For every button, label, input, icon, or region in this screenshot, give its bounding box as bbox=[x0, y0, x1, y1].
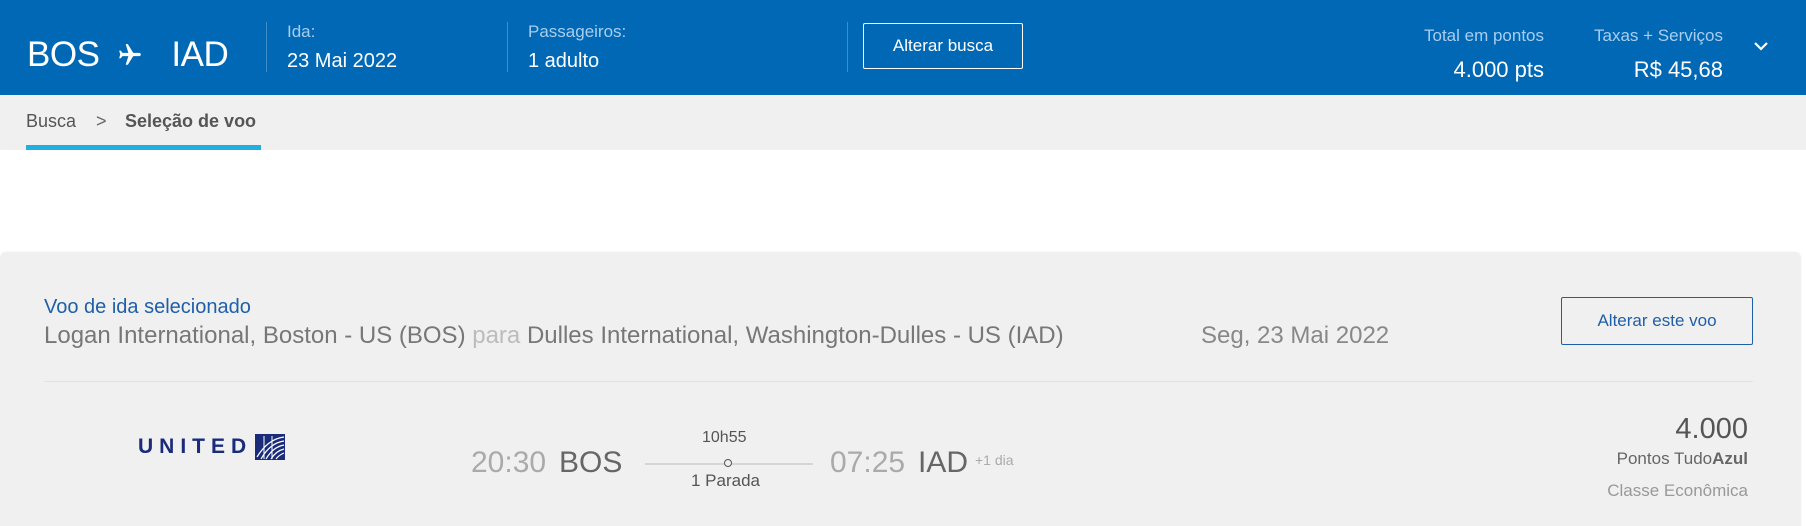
route-summary: BOS IAD bbox=[27, 35, 229, 75]
chevron-down-icon[interactable] bbox=[1753, 40, 1769, 52]
arrival-time: 07:25 bbox=[830, 446, 906, 479]
price-unit-brand: Azul bbox=[1712, 449, 1748, 468]
stops-count: 1 Parada bbox=[691, 471, 760, 490]
search-summary-header: BOS IAD Ida: 23 Mai 2022 Passageiros: 1 … bbox=[0, 0, 1806, 95]
destination-airport-name: Dulles International, Washington-Dulles … bbox=[526, 322, 1064, 349]
selected-flight-date: Seg, 23 Mai 2022 bbox=[1201, 322, 1390, 349]
selected-flight-card: Voo de ida selecionado Logan Internation… bbox=[0, 252, 1801, 526]
united-globe-icon bbox=[255, 434, 286, 460]
passengers-value: 1 adulto bbox=[528, 50, 600, 72]
destination-code: IAD bbox=[171, 35, 229, 74]
flight-duration: 10h55 bbox=[702, 429, 747, 446]
breadcrumb-active-indicator bbox=[26, 145, 261, 150]
day-offset-badge: +1 dia bbox=[975, 452, 1014, 468]
route-connector: para bbox=[472, 322, 521, 349]
change-flight-button[interactable]: Alterar este voo bbox=[1561, 297, 1753, 345]
change-search-button[interactable]: Alterar busca bbox=[863, 23, 1023, 69]
arrival-code: IAD bbox=[918, 446, 969, 479]
breadcrumb-separator: > bbox=[96, 111, 107, 131]
total-points-value: 4.000 pts bbox=[1453, 57, 1544, 82]
breadcrumb-item-busca[interactable]: Busca bbox=[26, 111, 76, 132]
price-unit-prefix: Pontos Tudo bbox=[1616, 449, 1713, 468]
breadcrumb: Busca > Seleção de voo bbox=[0, 95, 1806, 150]
airline-name: UNITED bbox=[138, 435, 253, 458]
airplane-icon bbox=[119, 44, 142, 65]
total-points-label: Total em pontos bbox=[1423, 26, 1544, 45]
departure-time: 20:30 bbox=[471, 446, 547, 479]
departure-code: BOS bbox=[559, 446, 623, 479]
cabin-class: Classe Econômica bbox=[1607, 481, 1748, 500]
origin-code: BOS bbox=[27, 35, 100, 74]
taxes-label: Taxas + Serviços bbox=[1594, 26, 1723, 45]
passengers-label: Passageiros: bbox=[528, 22, 627, 41]
card-divider bbox=[44, 381, 1753, 382]
ida-date: 23 Mai 2022 bbox=[287, 50, 398, 72]
price-unit: Pontos TudoAzul bbox=[1617, 449, 1748, 469]
taxes-value: R$ 45,68 bbox=[1633, 57, 1723, 82]
origin-airport-name: Logan International, Boston - US (BOS) bbox=[44, 322, 466, 349]
header-divider bbox=[266, 22, 267, 72]
header-divider bbox=[847, 22, 848, 72]
breadcrumb-item-current: Seleção de voo bbox=[125, 111, 257, 131]
selected-flight-route: Logan International, Boston - US (BOS) p… bbox=[44, 322, 1064, 350]
airline-logo: UNITED bbox=[138, 433, 286, 461]
header-divider bbox=[507, 22, 508, 72]
stop-dot-icon bbox=[724, 459, 732, 467]
selected-flight-title: Voo de ida selecionado bbox=[44, 296, 251, 318]
ida-label: Ida: bbox=[287, 22, 316, 41]
price-points: 4.000 bbox=[1675, 413, 1748, 445]
